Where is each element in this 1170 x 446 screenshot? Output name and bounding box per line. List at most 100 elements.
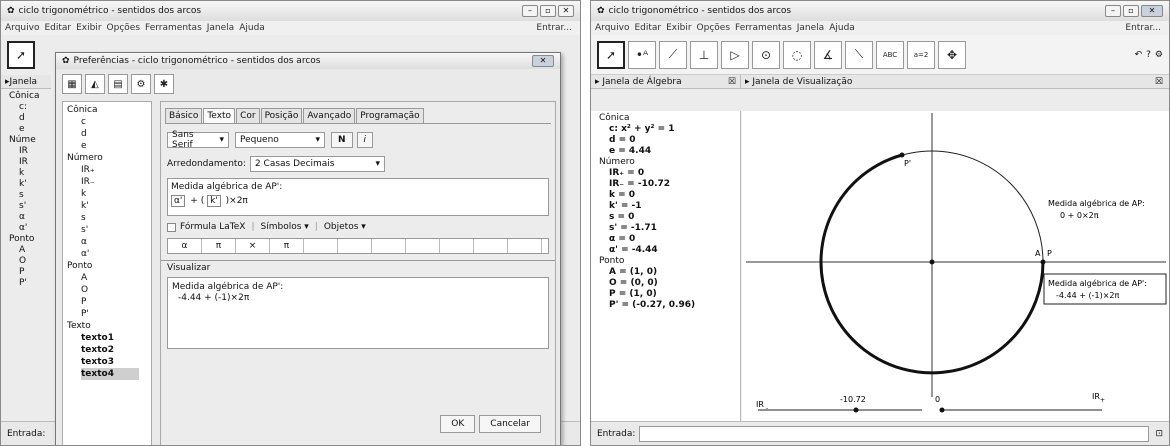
- object-tree-item[interactable]: P': [81, 308, 149, 320]
- algebra-group[interactable]: Número: [599, 157, 736, 168]
- move-view-tool-button[interactable]: ✥: [938, 40, 966, 69]
- maximize-button[interactable]: ▫: [540, 5, 556, 17]
- left-tree-item[interactable]: IR: [19, 157, 49, 168]
- symbol-button[interactable]: [440, 239, 474, 253]
- symbols-dropdown[interactable]: Símbolos ▾: [261, 222, 309, 232]
- left-tree-item[interactable]: α: [19, 212, 49, 223]
- rounding-select[interactable]: 2 Casas Decimais ▾: [249, 156, 385, 172]
- menu-opcoes[interactable]: Opções: [107, 23, 140, 33]
- left-tree-item[interactable]: O: [19, 256, 49, 267]
- point-a[interactable]: [1040, 259, 1046, 265]
- object-tree-item[interactable]: s: [81, 212, 149, 224]
- graphics-canvas[interactable]: P' A P Medida algébrica de AP: 0 + 0×2π …: [742, 111, 1170, 421]
- algebra-item[interactable]: IR₊ = 0: [609, 168, 736, 179]
- line-tool-button[interactable]: ⟋: [659, 40, 687, 69]
- tab-cor[interactable]: Cor: [236, 108, 260, 123]
- object-tree-item[interactable]: texto2: [81, 344, 149, 356]
- symbol-button[interactable]: [474, 239, 508, 253]
- move-tool-button[interactable]: ➚: [7, 41, 35, 69]
- alpha-prime-chip[interactable]: α': [171, 195, 186, 207]
- menu-ajuda[interactable]: Ajuda: [829, 23, 855, 33]
- symbol-button[interactable]: α: [168, 239, 202, 253]
- menu-entrar[interactable]: Entrar...: [536, 23, 572, 33]
- point-tool-button[interactable]: •ᴬ: [628, 40, 656, 69]
- tab-programacao[interactable]: Programação: [356, 108, 424, 123]
- left-tree-item[interactable]: α': [19, 223, 49, 234]
- latex-checkbox[interactable]: [167, 222, 176, 232]
- point-p-prime[interactable]: [899, 152, 905, 158]
- algebra-group[interactable]: Ponto: [599, 256, 736, 267]
- algebra-item[interactable]: α' = -4.44: [609, 245, 736, 256]
- object-tree-item[interactable]: IR₋: [81, 176, 149, 188]
- undo-icon[interactable]: ↶: [1135, 50, 1143, 60]
- algebra-item[interactable]: α = 0: [609, 234, 736, 245]
- object-tree-item[interactable]: P: [81, 296, 149, 308]
- italic-button[interactable]: i: [356, 132, 374, 148]
- graphics-view[interactable]: P' A P Medida algébrica de AP: 0 + 0×2π …: [742, 111, 1170, 421]
- menu-ferramentas[interactable]: Ferramentas: [735, 23, 792, 33]
- tab-posicao[interactable]: Posição: [260, 108, 303, 123]
- menu-ferramentas[interactable]: Ferramentas: [145, 23, 202, 33]
- object-tree-group[interactable]: Ponto: [67, 260, 149, 272]
- tab-basico[interactable]: Básico: [165, 108, 203, 123]
- algebra-item[interactable]: IR₋ = -10.72: [609, 179, 736, 190]
- symbol-button[interactable]: [338, 239, 372, 253]
- object-tree-item[interactable]: d: [81, 128, 149, 140]
- left-tree-item[interactable]: Ponto: [9, 234, 49, 245]
- ok-button[interactable]: OK: [440, 415, 476, 433]
- text-tool-button[interactable]: ABC: [876, 40, 904, 69]
- symbol-button[interactable]: [508, 239, 542, 253]
- algebra-item[interactable]: e = 4.44: [609, 146, 736, 157]
- object-tree-item[interactable]: O: [81, 284, 149, 296]
- symbol-button[interactable]: [304, 239, 338, 253]
- object-tree-group[interactable]: Texto: [67, 320, 149, 332]
- left-tree-item[interactable]: Cônica: [9, 91, 49, 102]
- object-tree-item[interactable]: texto4: [81, 368, 139, 380]
- algebra-group[interactable]: Cônica: [599, 113, 736, 124]
- settings-icon[interactable]: ⚙: [1155, 50, 1163, 60]
- algebra-item[interactable]: P' = (-0.27, 0.96): [609, 300, 736, 311]
- menu-janela[interactable]: Janela: [207, 23, 234, 33]
- reflect-tool-button[interactable]: ⟍: [845, 40, 873, 69]
- input-help-icon[interactable]: ⊡: [1155, 429, 1163, 439]
- algebra-close-icon[interactable]: ☒: [728, 77, 736, 87]
- left-tree-item[interactable]: A: [19, 245, 49, 256]
- bold-button[interactable]: N: [331, 132, 353, 148]
- algebra-item[interactable]: k = 0: [609, 190, 736, 201]
- object-tree-item[interactable]: s': [81, 224, 149, 236]
- slider-tool-button[interactable]: a=2: [907, 40, 935, 69]
- algebra-item[interactable]: s' = -1.71: [609, 223, 736, 234]
- minimize-button[interactable]: –: [522, 5, 538, 17]
- algebra-item[interactable]: d = 0: [609, 135, 736, 146]
- menu-opcoes[interactable]: Opções: [697, 23, 730, 33]
- object-tree-item[interactable]: k': [81, 200, 149, 212]
- move-tool-button[interactable]: ➚: [597, 40, 625, 69]
- close-button[interactable]: ✕: [558, 5, 574, 17]
- menu-arquivo[interactable]: Arquivo: [5, 23, 39, 33]
- close-button[interactable]: ✕: [1141, 5, 1163, 17]
- left-tree-item[interactable]: Núme: [9, 135, 49, 146]
- object-tree-group[interactable]: Cônica: [67, 104, 149, 116]
- circle-tool-button[interactable]: ⊙: [752, 40, 780, 69]
- object-tree-group[interactable]: Número: [67, 152, 149, 164]
- defaults-tab-button[interactable]: ⚙: [131, 74, 151, 94]
- symbol-button[interactable]: ×: [236, 239, 270, 253]
- menu-ajuda[interactable]: Ajuda: [239, 23, 265, 33]
- algebra-item[interactable]: P = (1, 0): [609, 289, 736, 300]
- object-tree-item[interactable]: c: [81, 116, 149, 128]
- left-tree-item[interactable]: P: [19, 267, 49, 278]
- left-tree-item[interactable]: e: [19, 124, 49, 135]
- symbol-button[interactable]: π: [270, 239, 304, 253]
- point-o[interactable]: [929, 259, 935, 265]
- menu-exibir[interactable]: Exibir: [76, 23, 101, 33]
- font-family-select[interactable]: Sans Serif ▾: [167, 130, 229, 150]
- angle-tool-button[interactable]: ∡: [814, 40, 842, 69]
- object-tree-item[interactable]: IR₊: [81, 164, 149, 176]
- menu-exibir[interactable]: Exibir: [666, 23, 691, 33]
- object-tree-item[interactable]: A: [81, 272, 149, 284]
- objects-dropdown[interactable]: Objetos ▾: [324, 222, 366, 232]
- help-icon[interactable]: ?: [1146, 50, 1151, 60]
- conic-tool-button[interactable]: ◌: [783, 40, 811, 69]
- left-tree-item[interactable]: k: [19, 168, 49, 179]
- symbol-button[interactable]: π: [202, 239, 236, 253]
